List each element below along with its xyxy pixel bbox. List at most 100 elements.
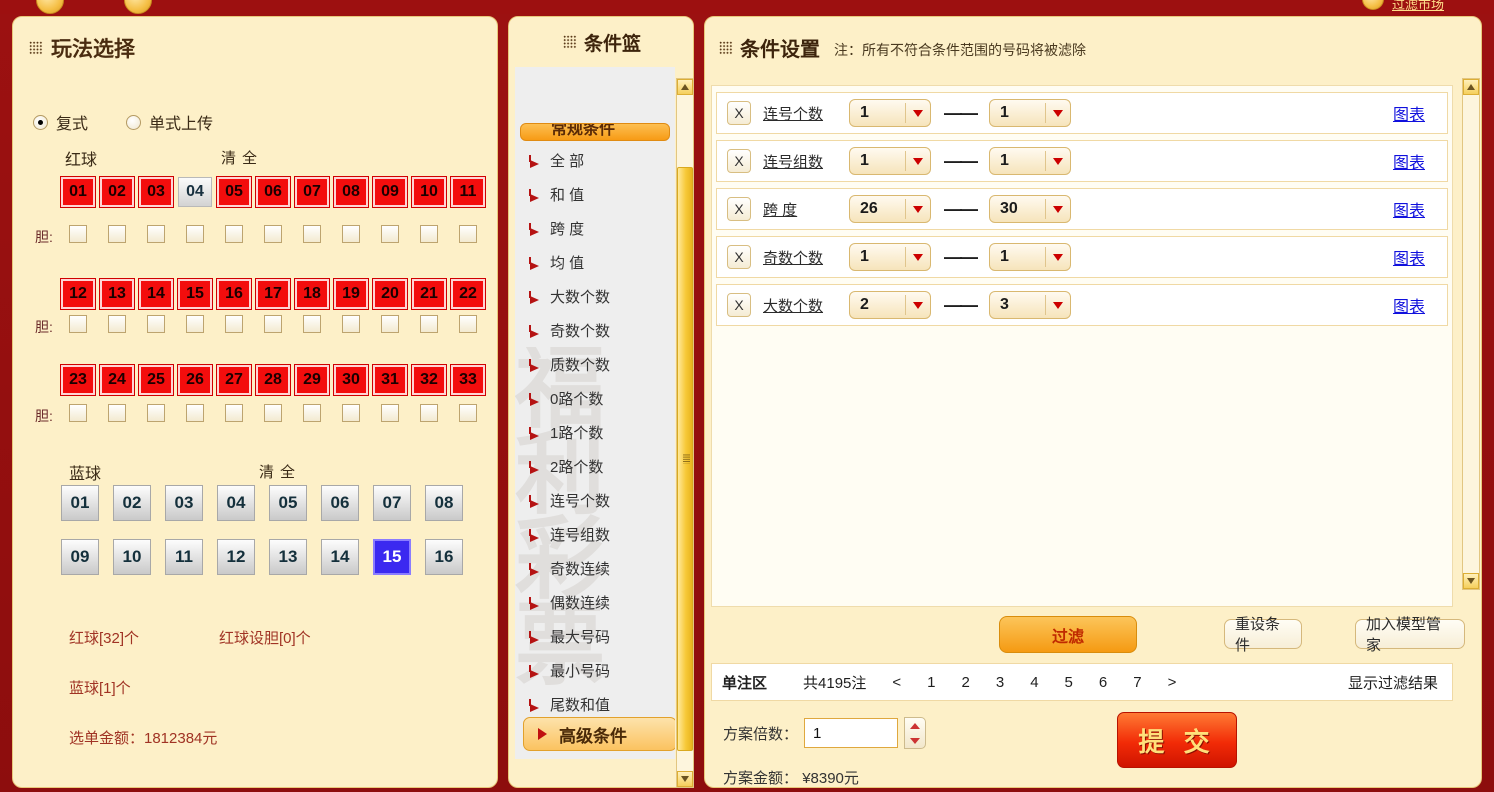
submit-button[interactable]: 提 交 (1117, 712, 1237, 768)
radio-danshi-upload[interactable] (126, 114, 142, 130)
settings-scroll-down-button[interactable] (1463, 573, 1479, 589)
basket-item-13[interactable]: 偶数连续 (515, 585, 675, 619)
blue-ball-05[interactable]: 05 (269, 485, 307, 521)
red-ball-01[interactable]: 01 (60, 176, 96, 208)
dan-checkbox-20[interactable] (381, 315, 399, 333)
chevron-down-icon[interactable] (1046, 301, 1070, 309)
blue-ball-14[interactable]: 14 (321, 539, 359, 575)
pager-prev-button[interactable]: < (892, 674, 901, 691)
red-ball-15[interactable]: 15 (177, 278, 213, 310)
condition-name-link[interactable]: 连号个数 (763, 103, 837, 124)
condition-max-select[interactable]: 30 (989, 195, 1071, 223)
red-ball-13[interactable]: 13 (99, 278, 135, 310)
dan-checkbox-12[interactable] (69, 315, 87, 333)
blue-clear-all-controls[interactable]: 清全 (259, 461, 301, 482)
basket-item-9[interactable]: 2路个数 (515, 449, 675, 483)
red-ball-09[interactable]: 09 (372, 176, 408, 208)
blue-ball-02[interactable]: 02 (113, 485, 151, 521)
dan-checkbox-18[interactable] (303, 315, 321, 333)
condition-name-link[interactable]: 奇数个数 (763, 247, 837, 268)
basket-item-5[interactable]: 奇数个数 (515, 313, 675, 347)
multiplier-input[interactable] (804, 718, 899, 748)
dan-checkbox-30[interactable] (342, 404, 360, 422)
dan-checkbox-26[interactable] (186, 404, 204, 422)
dan-checkbox-27[interactable] (225, 404, 243, 422)
dan-checkbox-29[interactable] (303, 404, 321, 422)
basket-item-2[interactable]: 跨 度 (515, 211, 675, 245)
basket-item-3[interactable]: 均 值 (515, 245, 675, 279)
chevron-down-icon[interactable] (1046, 109, 1070, 117)
basket-item-6[interactable]: 质数个数 (515, 347, 675, 381)
dan-checkbox-24[interactable] (108, 404, 126, 422)
basket-scroll-thumb[interactable] (677, 167, 693, 751)
pager-page-7[interactable]: 7 (1133, 674, 1141, 691)
red-ball-24[interactable]: 24 (99, 364, 135, 396)
basket-scrollbar[interactable] (676, 78, 694, 788)
dan-checkbox-32[interactable] (420, 404, 438, 422)
blue-ball-15[interactable]: 15 (373, 539, 411, 575)
chevron-down-icon[interactable] (1046, 253, 1070, 261)
remove-condition-button[interactable]: X (727, 197, 751, 221)
dan-checkbox-28[interactable] (264, 404, 282, 422)
dan-checkbox-10[interactable] (420, 225, 438, 243)
basket-item-14[interactable]: 最大号码 (515, 619, 675, 653)
red-ball-30[interactable]: 30 (333, 364, 369, 396)
chevron-down-icon[interactable] (906, 205, 930, 213)
dan-checkbox-31[interactable] (381, 404, 399, 422)
basket-item-12[interactable]: 奇数连续 (515, 551, 675, 585)
spinner-up-icon[interactable] (910, 722, 921, 729)
chevron-down-icon[interactable] (906, 253, 930, 261)
condition-max-select[interactable]: 1 (989, 99, 1071, 127)
pager-page-2[interactable]: 2 (962, 674, 970, 691)
dan-checkbox-16[interactable] (225, 315, 243, 333)
condition-min-select[interactable]: 26 (849, 195, 931, 223)
condition-name-link[interactable]: 跨 度 (763, 199, 837, 220)
red-clear-all-controls[interactable]: 清全 (221, 147, 263, 168)
basket-item-10[interactable]: 连号个数 (515, 483, 675, 517)
red-ball-26[interactable]: 26 (177, 364, 213, 396)
chart-link[interactable]: 图表 (1393, 149, 1425, 173)
condition-min-select[interactable]: 1 (849, 243, 931, 271)
red-ball-31[interactable]: 31 (372, 364, 408, 396)
red-ball-18[interactable]: 18 (294, 278, 330, 310)
add-to-model-manager-button[interactable]: 加入模型管家 (1355, 616, 1465, 654)
spinner-down-icon[interactable] (910, 737, 921, 744)
remove-condition-button[interactable]: X (727, 101, 751, 125)
red-ball-19[interactable]: 19 (333, 278, 369, 310)
red-ball-23[interactable]: 23 (60, 364, 96, 396)
dan-checkbox-08[interactable] (342, 225, 360, 243)
chevron-down-icon[interactable] (1046, 157, 1070, 165)
red-ball-11[interactable]: 11 (450, 176, 486, 208)
dan-checkbox-06[interactable] (264, 225, 282, 243)
red-ball-16[interactable]: 16 (216, 278, 252, 310)
condition-min-select[interactable]: 2 (849, 291, 931, 319)
blue-ball-03[interactable]: 03 (165, 485, 203, 521)
dan-checkbox-14[interactable] (147, 315, 165, 333)
reset-conditions-button[interactable]: 重设条件 (1224, 616, 1302, 654)
basket-scroll-down-button[interactable] (677, 771, 693, 787)
pager-page-1[interactable]: 1 (927, 674, 935, 691)
red-ball-27[interactable]: 27 (216, 364, 252, 396)
red-ball-20[interactable]: 20 (372, 278, 408, 310)
red-ball-17[interactable]: 17 (255, 278, 291, 310)
pager-page-5[interactable]: 5 (1065, 674, 1073, 691)
basket-item-16[interactable]: 尾数和值 (515, 687, 675, 721)
basket-item-11[interactable]: 连号组数 (515, 517, 675, 551)
blue-ball-09[interactable]: 09 (61, 539, 99, 575)
basket-item-18[interactable]: AC值 (515, 755, 675, 759)
dan-checkbox-33[interactable] (459, 404, 477, 422)
settings-scroll-up-button[interactable] (1463, 79, 1479, 95)
condition-max-select[interactable]: 1 (989, 243, 1071, 271)
red-ball-03[interactable]: 03 (138, 176, 174, 208)
dan-checkbox-19[interactable] (342, 315, 360, 333)
blue-ball-01[interactable]: 01 (61, 485, 99, 521)
dan-checkbox-01[interactable] (69, 225, 87, 243)
basket-item-15[interactable]: 最小号码 (515, 653, 675, 687)
dan-checkbox-23[interactable] (69, 404, 87, 422)
condition-item-regular[interactable]: 常规条件 (520, 123, 670, 141)
chevron-down-icon[interactable] (906, 157, 930, 165)
red-ball-32[interactable]: 32 (411, 364, 447, 396)
red-ball-12[interactable]: 12 (60, 278, 96, 310)
red-ball-25[interactable]: 25 (138, 364, 174, 396)
chevron-down-icon[interactable] (906, 109, 930, 117)
